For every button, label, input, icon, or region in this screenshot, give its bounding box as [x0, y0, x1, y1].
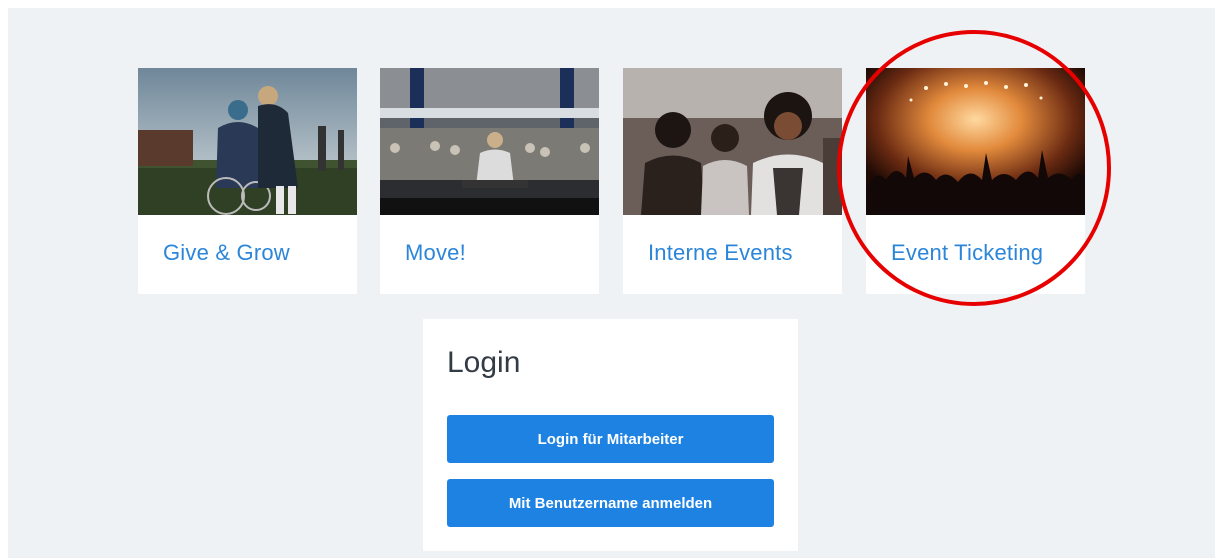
photo-fitness-class: [380, 68, 599, 215]
photo-audience-women: [623, 68, 842, 215]
photo-volunteer-wheelchair: [138, 68, 357, 215]
login-title: Login: [447, 346, 521, 379]
login-panel: Login Login für Mitarbeiter Mit Benutzer…: [423, 319, 798, 551]
card-move[interactable]: Move!: [380, 68, 599, 294]
photo-concert-crowd: [866, 68, 1085, 215]
card-label[interactable]: Interne Events: [648, 240, 793, 266]
card-label[interactable]: Give & Grow: [163, 240, 290, 266]
card-interne-events[interactable]: Interne Events: [623, 68, 842, 294]
login-employee-button[interactable]: Login für Mitarbeiter: [447, 415, 774, 463]
card-give-and-grow[interactable]: Give & Grow: [138, 68, 357, 294]
card-label[interactable]: Event Ticketing: [891, 240, 1043, 266]
login-username-button[interactable]: Mit Benutzername anmelden: [447, 479, 774, 527]
card-event-ticketing[interactable]: Event Ticketing: [866, 68, 1085, 294]
card-label[interactable]: Move!: [405, 240, 466, 266]
